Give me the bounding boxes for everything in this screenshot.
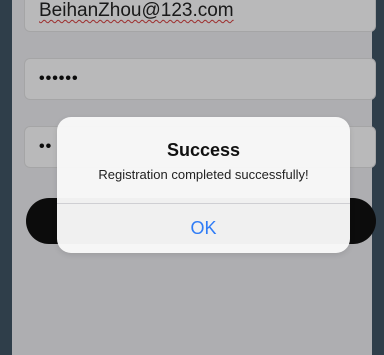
ok-button[interactable]: OK bbox=[57, 204, 350, 253]
alert-message: Registration completed successfully! bbox=[98, 167, 309, 182]
alert-title: Success bbox=[166, 140, 241, 160]
success-alert: Success Registration completed successfu… bbox=[57, 117, 350, 253]
